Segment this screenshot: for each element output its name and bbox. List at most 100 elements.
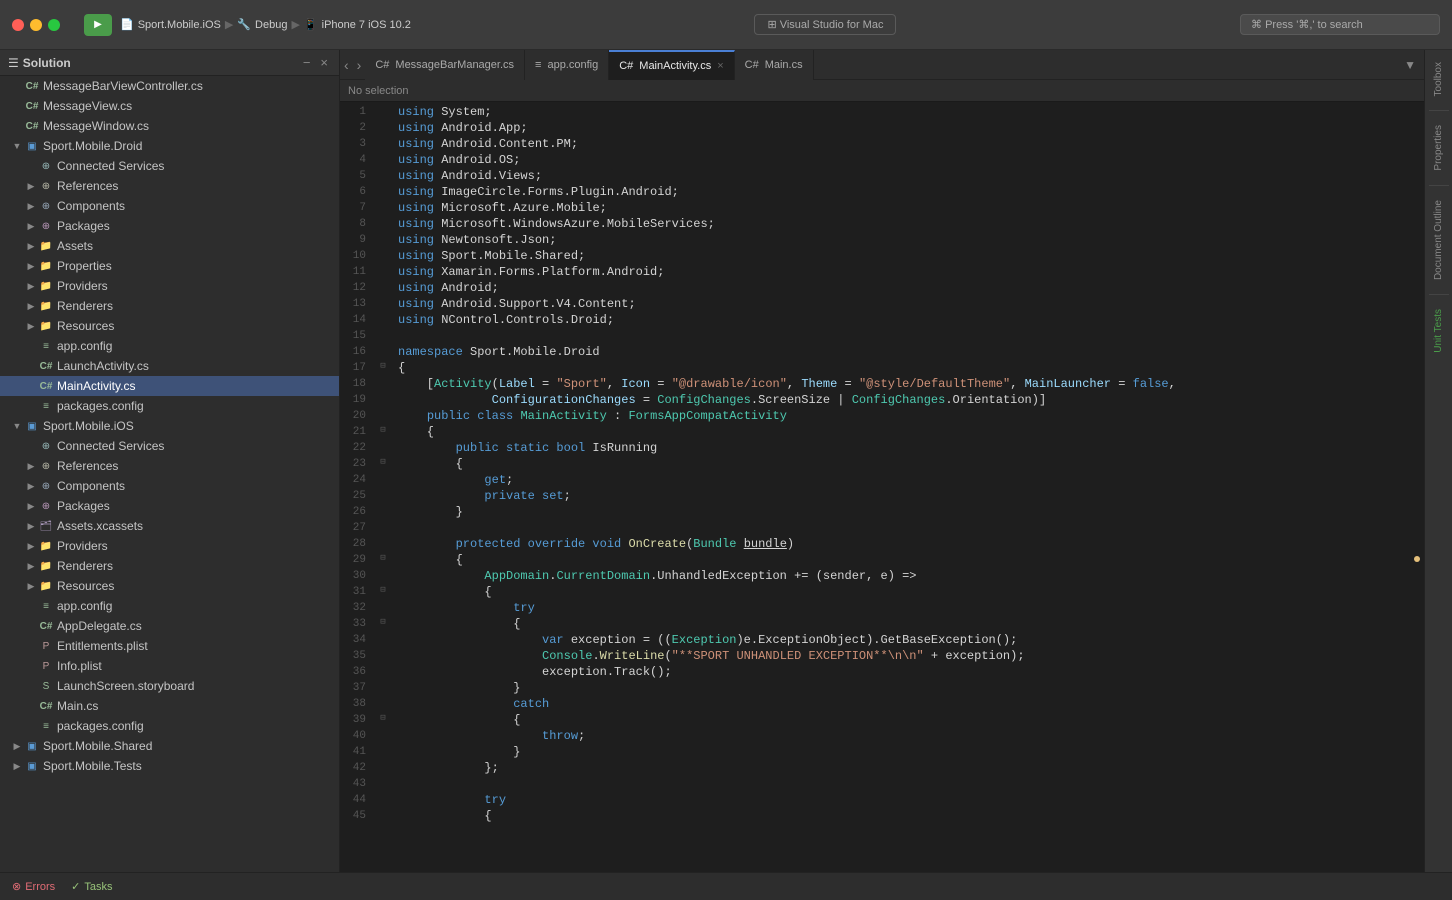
line-num-5: 5 — [340, 168, 370, 184]
tree-item-ios-components[interactable]: ⊕ Components — [0, 476, 339, 496]
arrow-icon — [24, 281, 38, 292]
tree-label: References — [57, 459, 118, 473]
tree-item-droid-components[interactable]: ⊕ Components — [0, 196, 339, 216]
close-button[interactable] — [12, 19, 24, 31]
line-num-44: 44 — [340, 792, 370, 808]
tree-item-ios-providers[interactable]: 📁 Providers — [0, 536, 339, 556]
fold-29[interactable]: ⊟ — [376, 550, 390, 566]
tree-item-droid-launchactivity[interactable]: C# LaunchActivity.cs — [0, 356, 339, 376]
references-icon: ⊕ — [38, 458, 54, 474]
code-line-42: }; — [390, 760, 1424, 776]
tree-item-messagewindow[interactable]: C# MessageWindow.cs — [0, 116, 339, 136]
right-tab-properties[interactable]: Properties — [1429, 117, 1448, 179]
tab-icon: C# — [619, 60, 633, 72]
tree-item-ios-references[interactable]: ⊕ References — [0, 456, 339, 476]
fold-23[interactable]: ⊟ — [376, 454, 390, 470]
code-line-35: Console.WriteLine("**SPORT UNHANDLED EXC… — [390, 648, 1424, 664]
minimize-button[interactable] — [30, 19, 42, 31]
tree-item-ios-project[interactable]: ▣ Sport.Mobile.iOS — [0, 416, 339, 436]
tab-main[interactable]: C# Main.cs — [735, 50, 814, 80]
tab-mainactivity[interactable]: C# MainActivity.cs × — [609, 50, 734, 80]
tree-item-droid-packages[interactable]: ⊕ Packages — [0, 216, 339, 236]
tree-item-ios-entitlements[interactable]: P Entitlements.plist — [0, 636, 339, 656]
tree-item-droid-assets[interactable]: 📁 Assets — [0, 236, 339, 256]
tab-messagebarmanager[interactable]: C# MessageBarManager.cs — [365, 50, 525, 80]
line-num-18: 18 — [340, 376, 370, 392]
code-content[interactable]: using System; using Android.App; using A… — [390, 102, 1424, 872]
tree-item-droid-appconfig[interactable]: ≡ app.config — [0, 336, 339, 356]
tree-label: packages.config — [57, 719, 144, 733]
config-name: Debug — [255, 19, 287, 31]
tree-item-ios-appdelegate[interactable]: C# AppDelegate.cs — [0, 616, 339, 636]
error-icon: ⊗ — [12, 880, 21, 893]
line-num-9: 9 — [340, 232, 370, 248]
tree-item-messagebarviewcontroller[interactable]: C# MessageBarViewController.cs — [0, 76, 339, 96]
code-line-11: using Xamarin.Forms.Platform.Android; — [390, 264, 1424, 280]
tree-item-ios-packages[interactable]: ⊕ Packages — [0, 496, 339, 516]
tab-nav-left[interactable]: ‹ — [340, 57, 353, 73]
tab-dropdown-button[interactable]: ▼ — [1396, 58, 1424, 72]
tree-label: MessageView.cs — [43, 99, 132, 113]
tree-item-ios-main[interactable]: C# Main.cs — [0, 696, 339, 716]
tree-item-ios-launchscreen[interactable]: S LaunchScreen.storyboard — [0, 676, 339, 696]
code-editor[interactable]: 1 2 3 4 5 6 7 8 9 10 11 12 13 14 15 16 1… — [340, 102, 1424, 872]
maximize-button[interactable] — [48, 19, 60, 31]
tree-item-droid-properties[interactable]: 📁 Properties — [0, 256, 339, 276]
tab-close-button[interactable]: × — [717, 60, 723, 72]
tree-item-droid-project[interactable]: ▣ Sport.Mobile.Droid — [0, 136, 339, 156]
code-line-37: } — [390, 680, 1424, 696]
fold-31[interactable]: ⊟ — [376, 582, 390, 598]
tree-item-droid-providers[interactable]: 📁 Providers — [0, 276, 339, 296]
fold-33[interactable]: ⊟ — [376, 614, 390, 630]
tree-item-droid-references[interactable]: ⊕ References — [0, 176, 339, 196]
tree-item-shared-project[interactable]: ▣ Sport.Mobile.Shared — [0, 736, 339, 756]
tree-label: AppDelegate.cs — [57, 619, 142, 633]
tasks-status[interactable]: ✓ Tasks — [71, 880, 112, 893]
tree-item-droid-mainactivity[interactable]: C# MainActivity.cs — [0, 376, 339, 396]
sidebar-pin-button[interactable]: − — [300, 54, 314, 71]
tree-item-droid-renderers[interactable]: 📁 Renderers — [0, 296, 339, 316]
tree-item-ios-packages-config[interactable]: ≡ packages.config — [0, 716, 339, 736]
tab-appconfig[interactable]: ≡ app.config — [525, 50, 609, 80]
arrow-icon — [24, 301, 38, 312]
tree-item-ios-info[interactable]: P Info.plist — [0, 656, 339, 676]
line-num-15: 15 — [340, 328, 370, 344]
tree-item-droid-connected[interactable]: ⊕ Connected Services — [0, 156, 339, 176]
arrow-icon — [24, 221, 38, 232]
tree-item-droid-resources[interactable]: 📁 Resources — [0, 316, 339, 336]
sidebar: ☰ Solution − × C# MessageBarViewControll… — [0, 50, 340, 872]
arrow-icon — [24, 541, 38, 552]
tree-item-ios-appconfig[interactable]: ≡ app.config — [0, 596, 339, 616]
errors-status[interactable]: ⊗ Errors — [12, 880, 55, 893]
code-line-34: var exception = ((Exception)e.ExceptionO… — [390, 632, 1424, 648]
tree-item-ios-renderers[interactable]: 📁 Renderers — [0, 556, 339, 576]
cs-icon: C# — [24, 118, 40, 134]
tab-nav-right[interactable]: › — [353, 57, 366, 73]
code-line-18: [Activity(Label = "Sport", Icon = "@draw… — [390, 376, 1424, 392]
tree-label: Renderers — [57, 559, 113, 573]
tree-item-ios-resources[interactable]: 📁 Resources — [0, 576, 339, 596]
line-num-2: 2 — [340, 120, 370, 136]
vs-logo-area: ⊞ Visual Studio for Mac — [419, 14, 1232, 35]
right-tab-toolbox[interactable]: Toolbox — [1429, 54, 1448, 104]
code-line-9: using Newtonsoft.Json; — [390, 232, 1424, 248]
run-button[interactable]: ▶ — [84, 14, 112, 36]
tree-item-droid-packages-config[interactable]: ≡ packages.config — [0, 396, 339, 416]
right-tab-unit-tests[interactable]: Unit Tests — [1429, 301, 1448, 361]
line-num-37: 37 — [340, 680, 370, 696]
search-bar[interactable]: ⌘ Press '⌘,' to search — [1240, 14, 1440, 35]
right-tab-document-outline[interactable]: Document Outline — [1429, 192, 1448, 288]
assets-icon: 🗂 — [38, 518, 54, 534]
sidebar-close-button[interactable]: × — [317, 54, 331, 71]
fold-17[interactable]: ⊟ — [376, 358, 390, 374]
tree-item-messageview[interactable]: C# MessageView.cs — [0, 96, 339, 116]
config-icon: ≡ — [38, 398, 54, 414]
arrow-icon — [24, 181, 38, 192]
tree-label: MessageWindow.cs — [43, 119, 149, 133]
fold-39[interactable]: ⊟ — [376, 710, 390, 726]
tree-item-tests-project[interactable]: ▣ Sport.Mobile.Tests — [0, 756, 339, 776]
tree-label: Providers — [57, 539, 108, 553]
tree-item-ios-connected[interactable]: ⊕ Connected Services — [0, 436, 339, 456]
fold-21[interactable]: ⊟ — [376, 422, 390, 438]
tree-item-ios-assets[interactable]: 🗂 Assets.xcassets — [0, 516, 339, 536]
